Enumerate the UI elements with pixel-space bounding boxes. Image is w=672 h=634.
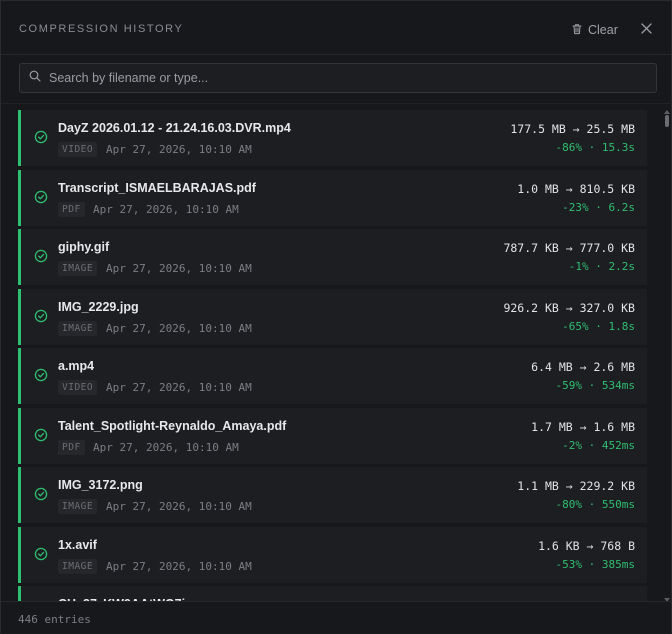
item-type-badge: VIDEO <box>58 142 98 157</box>
item-sizes: 787.7 KB → 777.0 KB <box>503 241 635 255</box>
item-filename: giphy.gif <box>58 240 110 254</box>
item-filename: IMG_2229.jpg <box>58 299 139 314</box>
item-stats: -59% · 534ms <box>555 379 635 392</box>
history-item[interactable]: DayZ 2026.01.12 - 21.24.16.03.DVR.mp4 VID… <box>18 110 647 166</box>
item-sizes: 1.6 KB → 768 B <box>538 538 635 553</box>
check-circle-icon <box>34 249 48 263</box>
close-icon <box>640 21 652 39</box>
panel-title: COMPRESSION HISTORY <box>19 23 184 35</box>
item-filename: Talent_Spotlight-Reynaldo_Amaya.pdf <box>58 418 287 433</box>
item-date: Apr 27, 2026, 10:10 AM <box>106 381 252 394</box>
panel-header: COMPRESSION HISTORY Clear <box>1 1 671 55</box>
check-circle-icon <box>34 309 48 323</box>
history-item[interactable]: giphy.gif IMAGE Apr 27, 2026, 10:10 AM 787.… <box>18 229 647 285</box>
list-scrollbar[interactable] <box>663 103 671 602</box>
item-stats: -86% · 15.3s <box>555 141 635 154</box>
item-sizes: 177.5 MB → 25.5 MB <box>510 122 635 136</box>
history-item[interactable]: CH_37zKW9AAtWO7ipgIMAGE <box>18 586 647 601</box>
item-date: Apr 27, 2026, 10:10 AM <box>106 143 252 156</box>
panel-footer: 446 entries <box>1 601 671 634</box>
check-circle-icon <box>34 190 48 204</box>
item-sizes: 1.7 MB → 1.6 MB <box>531 419 635 434</box>
scroll-up-arrow-icon[interactable] <box>663 103 671 114</box>
item-type-badge: IMAGE <box>58 320 98 336</box>
item-type-badge: PDF <box>58 439 85 455</box>
search-input[interactable] <box>47 70 627 86</box>
item-sizes: 6.4 MB → 2.6 MB <box>531 360 635 374</box>
trash-icon <box>571 23 583 38</box>
history-item[interactable]: IMG_2229.jpg IMAGE Apr 27, 2026, 10:10 AM 9… <box>18 288 647 345</box>
item-date: Apr 27, 2026, 10:10 AM <box>106 559 252 573</box>
item-filename: 1x.avif <box>58 537 97 552</box>
item-type-badge: IMAGE <box>58 499 98 514</box>
item-type-badge: IMAGE <box>58 261 98 276</box>
clear-button-label: Clear <box>588 23 618 37</box>
item-sizes: 926.2 KB → 327.0 KB <box>503 300 635 315</box>
history-item[interactable]: Talent_Spotlight-Reynaldo_Amaya.pdf PDF Ap… <box>18 407 647 464</box>
item-type-badge: PDF <box>58 201 85 217</box>
history-item[interactable]: 1x.avif IMAGE Apr 27, 2026, 10:10 AM 1.6 KB… <box>18 526 647 583</box>
history-list: DayZ 2026.01.12 - 21.24.16.03.DVR.mp4 VID… <box>1 103 672 601</box>
history-item[interactable]: Transcript_ISMAELBARAJAS.pdf PDF Apr 27, 2… <box>18 169 647 226</box>
clear-button[interactable]: Clear <box>571 21 618 39</box>
item-date: Apr 27, 2026, 10:10 AM <box>106 262 252 275</box>
check-circle-icon <box>34 428 48 442</box>
item-date: Apr 27, 2026, 10:10 AM <box>93 440 239 454</box>
item-date: Apr 27, 2026, 10:10 AM <box>106 321 252 335</box>
item-stats: -65% · 1.8s <box>562 319 635 333</box>
item-stats: -53% · 385ms <box>555 557 635 571</box>
check-circle-icon <box>34 547 48 561</box>
entries-count: 446 entries <box>18 613 91 626</box>
item-stats: -1% · 2.2s <box>568 260 635 273</box>
item-date: Apr 27, 2026, 10:10 AM <box>93 202 239 216</box>
scroll-down-arrow-icon[interactable] <box>663 591 671 602</box>
item-filename: DayZ 2026.01.12 - 21.24.16.03.DVR.mp4 <box>58 121 291 135</box>
item-filename: IMG_3172.png <box>58 478 143 492</box>
compression-history-panel: COMPRESSION HISTORY Clear Search by file… <box>0 0 672 634</box>
close-button[interactable] <box>637 21 655 39</box>
item-filename: Transcript_ISMAELBARAJAS.pdf <box>58 180 256 195</box>
item-stats: -80% · 550ms <box>555 498 635 511</box>
history-item[interactable]: IMG_3172.png IMAGE Apr 27, 2026, 10:10 AM 1… <box>18 467 647 523</box>
check-circle-icon <box>34 487 48 501</box>
check-circle-icon <box>34 130 48 144</box>
check-circle-icon <box>34 368 48 382</box>
item-sizes: 1.1 MB → 229.2 KB <box>517 479 635 493</box>
item-type-badge: VIDEO <box>58 380 98 395</box>
item-filename: a.mp4 <box>58 359 95 373</box>
search-box <box>19 63 657 93</box>
item-date: Apr 27, 2026, 10:10 AM <box>106 500 252 513</box>
item-stats: -2% · 452ms <box>562 438 635 452</box>
scrollbar-thumb[interactable] <box>665 115 669 127</box>
item-type-badge: IMAGE <box>58 558 98 574</box>
item-stats: -23% · 6.2s <box>562 200 635 214</box>
item-sizes: 1.0 MB → 810.5 KB <box>517 181 635 196</box>
history-item[interactable]: a.mp4 VIDEO Apr 27, 2026, 10:10 AM 6.4 MB →… <box>18 348 647 404</box>
search-icon <box>29 69 41 87</box>
